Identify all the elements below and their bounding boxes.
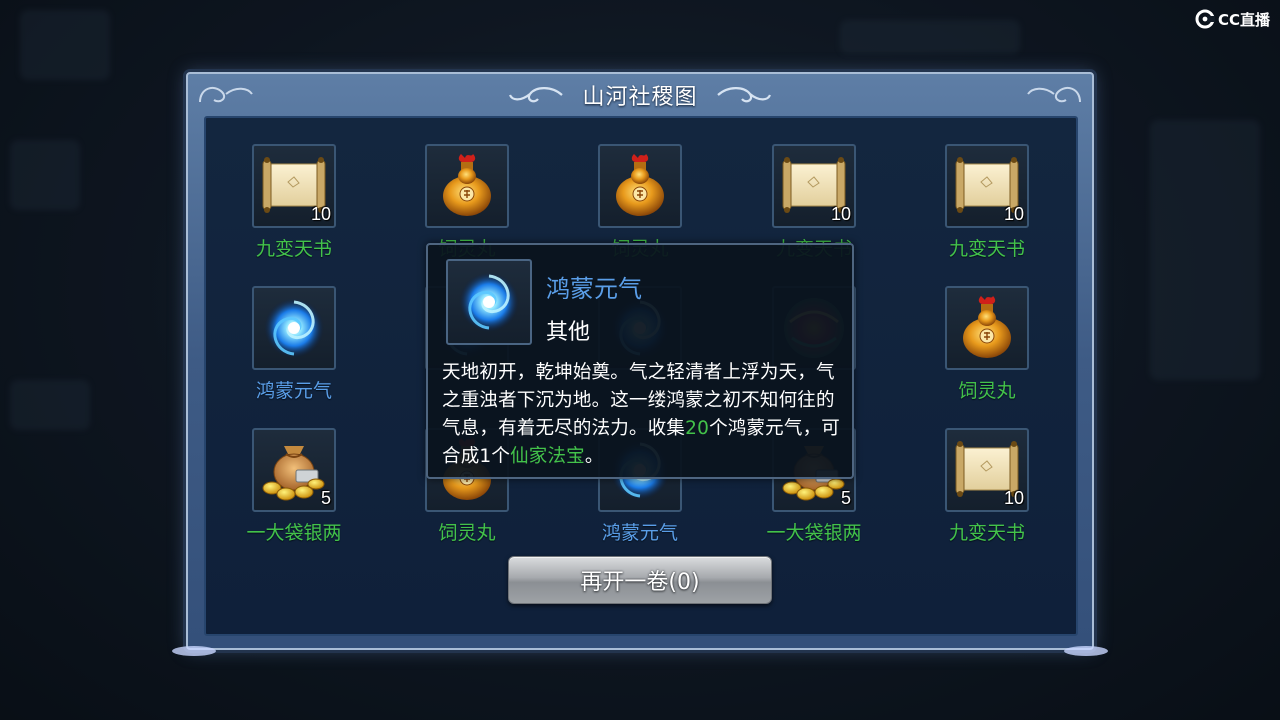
item-tooltip: 鸿蒙元气 其他 天地初开，乾坤始奠。气之轻清者上浮为天，气之重浊者下沉为地。这一… — [426, 243, 854, 479]
open-again-button[interactable]: 再开一卷(0) — [508, 556, 772, 604]
watermark-text: CC直播 — [1217, 10, 1270, 29]
reward-slot[interactable] — [425, 144, 509, 228]
money-bag-icon — [262, 446, 325, 501]
tooltip-desc-item: 仙家法宝 — [510, 446, 585, 467]
reward-slot[interactable] — [945, 286, 1029, 370]
title-ornament-right-icon — [716, 87, 771, 103]
reward-slot[interactable]: 5 — [252, 428, 336, 512]
reward-quantity: 5 — [840, 488, 851, 508]
frame-foot-glow-icon — [1064, 646, 1108, 656]
reward-name: 九变天书 — [948, 522, 1025, 544]
elixir-gourd-icon — [616, 154, 664, 216]
reward-quantity: 10 — [1003, 488, 1024, 508]
panel-title: 山河社稷图 — [582, 85, 698, 110]
reward-item[interactable]: 鸿蒙元气 — [209, 286, 379, 406]
tooltip-item-category: 其他 — [546, 320, 591, 345]
reward-name: 鸿蒙元气 — [255, 380, 332, 402]
reward-name: 鸿蒙元气 — [601, 522, 678, 544]
reward-item[interactable]: 5 一大袋银两 — [209, 428, 379, 548]
reward-slot[interactable]: 10 — [945, 428, 1029, 512]
reward-quantity: 10 — [310, 204, 331, 224]
frame-foot-glow-icon — [172, 646, 216, 656]
reward-slot[interactable]: 10 — [945, 144, 1029, 228]
reward-quantity: 5 — [320, 488, 331, 508]
reward-name: 九变天书 — [255, 238, 332, 260]
cc-logo-icon — [1195, 9, 1215, 29]
elixir-gourd-icon — [443, 154, 491, 216]
tooltip-desc-end: 。 — [584, 446, 604, 467]
tooltip-description: 天地初开，乾坤始奠。气之轻清者上浮为天，气之重浊者下沉为地。这一缕鸿蒙之初不知何… — [442, 359, 846, 471]
reward-slot[interactable] — [252, 286, 336, 370]
blue-vortex-icon — [264, 298, 324, 358]
reward-item[interactable]: 饲灵丸 — [902, 286, 1072, 406]
tooltip-desc-count: 20 — [685, 418, 710, 439]
reward-name: 饲灵丸 — [438, 522, 496, 544]
reward-slot[interactable] — [598, 144, 682, 228]
cc-live-watermark: CC直播 — [1195, 8, 1270, 30]
title-ornament-left-icon — [509, 87, 564, 103]
elixir-gourd-icon — [963, 296, 1011, 358]
reward-item[interactable]: 10 九变天书 — [209, 144, 379, 264]
panel-title-bar: 山河社稷图 — [188, 78, 1092, 112]
reward-slot[interactable]: 10 — [252, 144, 336, 228]
reward-item[interactable]: 10 九变天书 — [902, 144, 1072, 264]
reward-name: 一大袋银两 — [766, 522, 862, 544]
reward-item[interactable]: 10 九变天书 — [902, 428, 1072, 548]
reward-quantity: 10 — [1003, 204, 1024, 224]
tooltip-item-name: 鸿蒙元气 — [546, 275, 642, 303]
reward-name: 饲灵丸 — [958, 380, 1016, 402]
blue-vortex-icon — [459, 272, 519, 332]
tooltip-item-slot — [446, 259, 532, 345]
reward-name: 一大袋银两 — [246, 522, 342, 544]
reward-name: 九变天书 — [948, 238, 1025, 260]
reward-quantity: 10 — [830, 204, 851, 224]
reward-slot[interactable]: 10 — [772, 144, 856, 228]
